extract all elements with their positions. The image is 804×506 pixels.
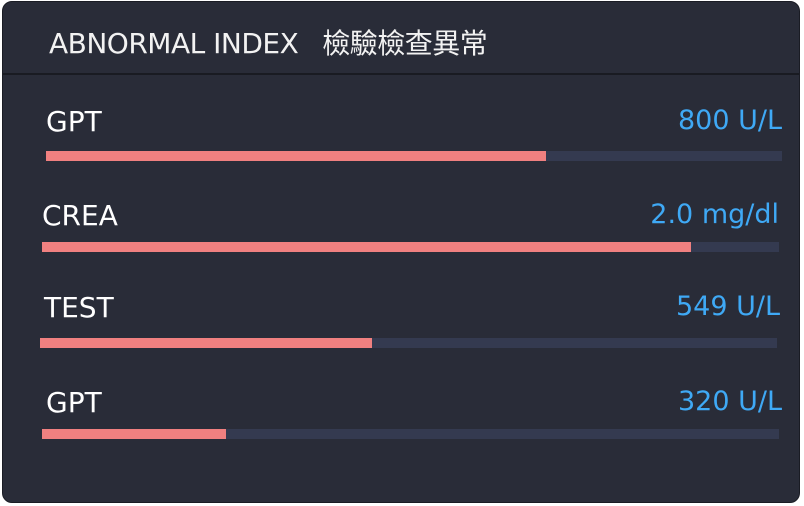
lab-item-value: 2.0 mg/dl <box>650 199 779 230</box>
lab-item-value: 320 U/L <box>677 386 782 417</box>
level-bar-fill <box>46 151 547 161</box>
level-bar-fill <box>42 242 691 252</box>
lab-item-label: GPT <box>46 386 102 419</box>
level-bar-track <box>42 429 779 439</box>
level-bar-fill <box>40 338 372 348</box>
lab-item-label: CREA <box>42 199 118 232</box>
level-bar-track <box>46 151 782 161</box>
lab-item-row: CREA 2.0 mg/dl <box>42 199 779 255</box>
level-bar-track <box>40 338 777 348</box>
level-bar-fill <box>42 429 227 439</box>
abnormal-index-card: ABNORMAL INDEX 檢驗檢查異常 GPT 800 U/L CREA 2.… <box>2 1 800 503</box>
level-bar-track <box>42 242 779 252</box>
lab-item-label: GPT <box>46 105 102 138</box>
lab-item-row: GPT 800 U/L <box>46 105 782 161</box>
lab-item-row: GPT 320 U/L <box>42 386 782 442</box>
card-title: ABNORMAL INDEX 檢驗檢查異常 <box>49 22 488 62</box>
lab-item-value: 800 U/L <box>677 105 782 136</box>
lab-item-row: TEST 549 U/L <box>40 291 780 348</box>
lab-item-label: TEST <box>44 291 114 324</box>
lab-item-value: 549 U/L <box>675 291 780 322</box>
card-subtitle: 檢驗檢查異常 <box>322 27 488 60</box>
card-header: ABNORMAL INDEX 檢驗檢查異常 <box>3 2 799 75</box>
card-title-text: ABNORMAL INDEX <box>49 27 299 60</box>
